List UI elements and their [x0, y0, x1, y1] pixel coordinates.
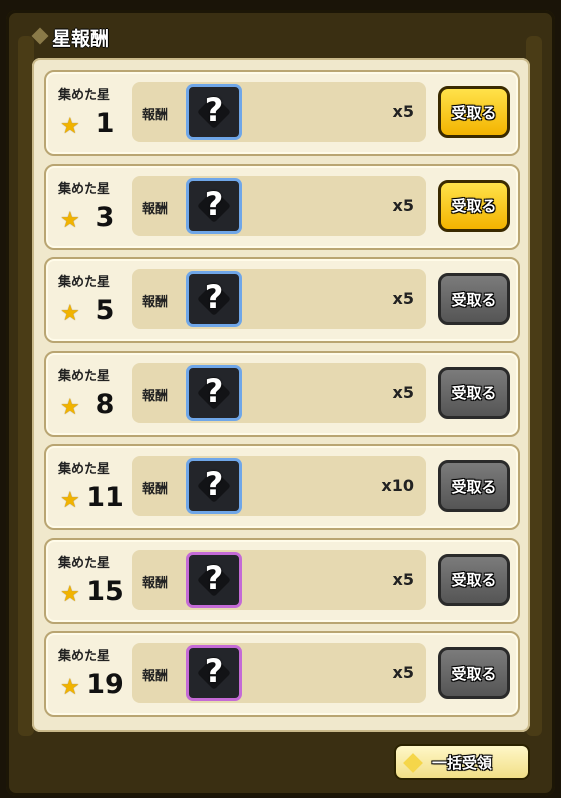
claim-label: 受取る	[451, 571, 497, 589]
reward-quantity: x5	[392, 102, 414, 121]
reward-label: 報酬	[142, 388, 169, 404]
star-count: 15	[86, 575, 124, 607]
claim-button[interactable]: 受取る	[438, 179, 510, 232]
star-icon: ★	[60, 675, 80, 700]
reward-quantity: x10	[381, 476, 414, 495]
reward-quantity: x5	[392, 289, 414, 308]
question-mark: ?	[204, 278, 224, 316]
claim-button[interactable]: 受取る	[438, 460, 510, 512]
reward-label: 報酬	[142, 575, 169, 591]
reward-row: 集めた星 ★ 5 報酬 ? x5 受取る	[44, 257, 520, 343]
star-count: 19	[86, 669, 124, 700]
reward-box: 報酬 ? x5	[132, 175, 426, 236]
mystery-item-icon[interactable]: ?	[186, 271, 242, 327]
question-mark: ?	[204, 652, 224, 690]
claim-label: 受取る	[451, 197, 497, 215]
reward-row: 集めた星 ★ 8 報酬 ? x5 受取る	[44, 350, 520, 437]
reward-row: 集めた星 ★ 11 報酬 ? x10 受取る	[44, 444, 520, 530]
reward-box: 報酬 ? x5	[132, 549, 426, 610]
reward-label: 報酬	[142, 482, 169, 497]
reward-row: 集めた星 ★ 19 報酬 ? x5 受取る	[44, 631, 520, 717]
star-count: 3	[95, 201, 115, 233]
collected-stars-label: 集めた星	[58, 275, 111, 290]
page-title: 星報酬	[52, 28, 110, 50]
collected-stars-label: 集めた星	[58, 368, 111, 384]
collected-stars-label: 集めた星	[58, 181, 111, 197]
reward-box: 報酬 ? x5	[132, 362, 426, 423]
claim-button[interactable]: 受取る	[438, 553, 510, 606]
reward-box: 報酬 ? x10	[132, 456, 426, 516]
claim-label: 受取る	[451, 384, 497, 402]
reward-quantity: x5	[392, 569, 414, 589]
reward-box: 報酬 ? x5	[132, 643, 426, 703]
question-mark: ?	[204, 184, 224, 223]
question-mark: ?	[204, 371, 224, 410]
star-icon: ★	[60, 394, 80, 420]
claim-button[interactable]: 受取る	[438, 647, 510, 699]
collected-stars-label: 集めた星	[58, 462, 111, 477]
collected-stars-label: 集めた星	[58, 649, 111, 664]
bulk-claim-label: 一括受領	[431, 753, 492, 772]
star-icon: ★	[60, 207, 80, 233]
claim-label: 受取る	[451, 103, 497, 122]
reward-label: 報酬	[142, 201, 169, 217]
window-header: 星報酬	[20, 20, 540, 52]
reward-box: 報酬 ? x5	[132, 82, 426, 142]
collected-stars-label: 集めた星	[58, 88, 111, 103]
reward-quantity: x5	[392, 663, 414, 682]
reward-label: 報酬	[142, 295, 169, 310]
star-icon: ★	[60, 301, 80, 326]
mystery-item-icon[interactable]: ?	[186, 551, 242, 608]
star-count: 5	[95, 295, 115, 326]
reward-label: 報酬	[142, 108, 169, 123]
header-diamond-icon	[31, 27, 49, 45]
claim-button[interactable]: 受取る	[438, 366, 510, 419]
star-count: 1	[95, 108, 115, 139]
bulk-claim-button[interactable]: 一括受領	[394, 744, 530, 780]
claim-button[interactable]: 受取る	[438, 86, 510, 138]
reward-row: 集めた星 ★ 3 報酬 ? x5 受取る	[44, 163, 520, 250]
star-count: 11	[86, 482, 124, 513]
reward-label: 報酬	[142, 669, 169, 684]
question-mark: ?	[204, 91, 224, 129]
star-icon: ★	[60, 114, 80, 139]
collected-stars-label: 集めた星	[58, 555, 111, 571]
reward-quantity: x5	[392, 382, 414, 402]
claim-label: 受取る	[451, 290, 497, 309]
mystery-item-icon[interactable]: ?	[186, 458, 242, 514]
mystery-item-icon[interactable]: ?	[186, 645, 242, 701]
bulk-diamond-icon	[403, 753, 423, 773]
mystery-item-icon[interactable]: ?	[186, 364, 242, 421]
reward-box: 報酬 ? x5	[132, 269, 426, 329]
reward-row: 集めた星 ★ 15 報酬 ? x5 受取る	[44, 537, 520, 624]
claim-label: 受取る	[451, 477, 497, 496]
claim-button[interactable]: 受取る	[438, 273, 510, 325]
reward-row: 集めた星 ★ 1 報酬 ? x5 受取る	[44, 70, 520, 156]
star-icon: ★	[60, 581, 80, 607]
reward-quantity: x5	[392, 195, 414, 215]
claim-label: 受取る	[451, 664, 497, 683]
question-mark: ?	[204, 558, 224, 597]
question-mark: ?	[204, 465, 224, 503]
reward-list: 集めた星 ★ 1 報酬 ? x5 受取る 集めた星 ★ 3 報酬 ? x5 受取…	[32, 58, 530, 732]
star-count: 8	[95, 388, 115, 420]
mystery-item-icon[interactable]: ?	[186, 84, 242, 140]
star-icon: ★	[60, 488, 80, 513]
mystery-item-icon[interactable]: ?	[186, 177, 242, 234]
